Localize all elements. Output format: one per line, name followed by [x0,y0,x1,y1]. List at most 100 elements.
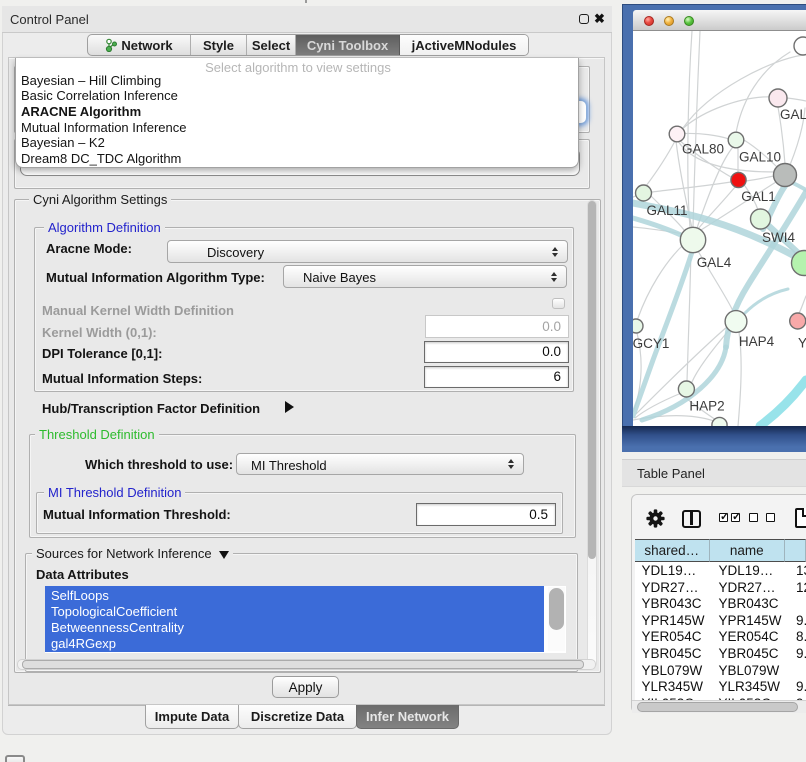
data-attributes-list[interactable]: SelfLoopsTopologicalCoefficientBetweenne… [45,586,566,653]
network-node[interactable] [728,132,744,148]
settings-horizontal-thumb[interactable] [22,660,584,669]
tab-style[interactable]: Style [191,35,247,55]
network-edge[interactable] [746,176,774,181]
network-edge[interactable] [638,244,684,318]
attribute-item[interactable]: gal4RGexp [51,636,531,651]
network-node[interactable] [794,37,806,55]
sources-group-title[interactable]: Sources for Network Inference [32,546,233,561]
algorithm-option[interactable]: Dream8 DC_TDC Algorithm [20,151,560,166]
table-row[interactable]: YDL19…YDL19…13 [635,562,806,579]
table-header-cell[interactable]: shared… [635,539,710,562]
apply-button[interactable]: Apply [272,676,339,698]
table-cell: YBL079W [719,663,780,678]
table-cell: 9. [796,679,806,694]
hub-definition-label[interactable]: Hub/Transcription Factor Definition [42,401,260,416]
network-edge[interactable] [688,31,692,227]
float-window-icon[interactable] [579,14,589,24]
network-edge[interactable] [793,183,806,190]
mi-type-combo[interactable]: Naive Bayes [283,265,567,288]
network-edge[interactable] [745,289,788,313]
close-traffic-light-icon[interactable] [644,16,654,26]
table-header-cell[interactable]: name [710,539,786,562]
node-label: GAL80 [682,142,724,157]
network-node[interactable] [636,185,652,201]
minimize-traffic-light-icon[interactable] [664,16,674,26]
algorithm-option[interactable]: Mutual Information Inference [20,120,560,135]
network-window-bottom-frame [622,426,806,452]
network-edge[interactable] [798,296,806,314]
bottom-tabs: Impute DataDiscretize DataInfer Network [145,705,458,729]
attribute-item[interactable]: TopologicalCoefficient [51,604,531,619]
network-edge[interactable] [652,182,731,192]
kernel-width-field[interactable]: 0.0 [425,315,569,338]
list-vertical-scrollbar[interactable] [548,587,565,651]
checked-column-icon[interactable]: ✓ [731,513,740,522]
table-row[interactable]: YPR145WYPR145W9. [635,612,806,629]
network-node[interactable] [712,417,727,426]
attribute-item[interactable]: SelfLoops [51,588,531,603]
top-divider-tick [305,0,307,3]
network-node[interactable] [774,164,797,187]
algorithm-option[interactable]: Bayesian – Hill Climbing [20,73,560,88]
network-node[interactable] [680,227,705,252]
network-node[interactable] [669,126,685,142]
bottom-tab-infer-network[interactable]: Infer Network [356,705,459,729]
network-edge[interactable] [693,31,700,227]
network-edge[interactable] [646,141,675,186]
dpi-tolerance-field[interactable]: 0.0 [424,341,569,363]
list-scrollbar-thumb[interactable] [549,588,564,630]
which-threshold-combo[interactable]: MI Threshold [236,453,524,475]
gear-icon[interactable] [646,509,665,528]
bottom-tab-discretize-data[interactable]: Discretize Data [238,705,357,729]
table-row[interactable]: YER054CYER054C8. [635,628,806,645]
table-header-cell[interactable] [785,539,806,562]
network-icon [105,38,117,52]
mi-steps-field[interactable]: 6 [424,366,569,388]
algorithm-option[interactable]: Bayesian – K2 [20,135,560,150]
checked-column-icon[interactable]: ✓ [719,513,728,522]
network-node[interactable] [678,381,694,397]
expand-arrow-icon[interactable] [285,401,294,413]
network-canvas[interactable]: GALGAL80GAL10GAL1GAL11GAL4SWI4GCY1HAP4YH… [633,31,806,426]
network-node[interactable] [769,89,787,107]
network-node[interactable] [790,313,806,329]
attribute-item[interactable]: BetweennessCentrality [51,620,531,635]
combo-arrows-icon [551,271,557,283]
network-node[interactable] [751,209,771,229]
tab-select[interactable]: Select [247,35,296,55]
unchecked-column-icon[interactable] [766,513,775,522]
tab-jactivemnodules[interactable]: jActiveMNodules [400,35,528,55]
algorithm-option[interactable]: Basic Correlation Inference [20,88,560,103]
settings-vertical-thumb[interactable] [588,201,596,559]
tab-network[interactable]: Network [88,35,191,55]
network-node[interactable] [731,172,746,187]
tab-cyni-toolbox[interactable]: Cyni Toolbox [296,35,400,55]
network-edge[interactable] [633,215,683,236]
network-edge[interactable] [787,98,806,101]
table-row[interactable]: YBR045CYBR045C9. [635,645,806,662]
table-cell: YER054C [719,629,779,644]
control-panel-titlebar[interactable] [2,6,612,33]
unchecked-column-icon[interactable] [749,513,758,522]
table-row[interactable]: YBL079WYBL079W [635,662,806,679]
table-row[interactable]: YBR043CYBR043C [635,595,806,612]
mi-threshold-field[interactable]: 0.5 [416,503,556,526]
table-row[interactable]: YLR345WYLR345W9. [635,678,806,695]
table-row[interactable]: YDR27…YDR27…12 [635,579,806,596]
table-scrollbar-thumb[interactable] [637,702,798,712]
network-node[interactable] [725,311,747,333]
algorithm-option[interactable]: ARACNE Algorithm [20,104,560,119]
panel-dock-icon[interactable] [5,755,25,762]
manual-kernel-checkbox[interactable] [552,298,565,309]
import-file-icon[interactable] [795,508,806,528]
bottom-tab-impute-data[interactable]: Impute Data [145,705,239,729]
zoom-traffic-light-icon[interactable] [684,16,694,26]
aracne-mode-combo[interactable]: Discovery [167,240,568,263]
table-cell: YBR043C [719,596,779,611]
network-edge[interactable] [677,97,775,134]
network-edge[interactable] [760,380,806,426]
columns-icon[interactable] [682,510,701,528]
network-node[interactable] [633,319,643,333]
close-icon[interactable]: ✖ [594,11,605,27]
network-window-titlebar[interactable] [633,10,806,31]
